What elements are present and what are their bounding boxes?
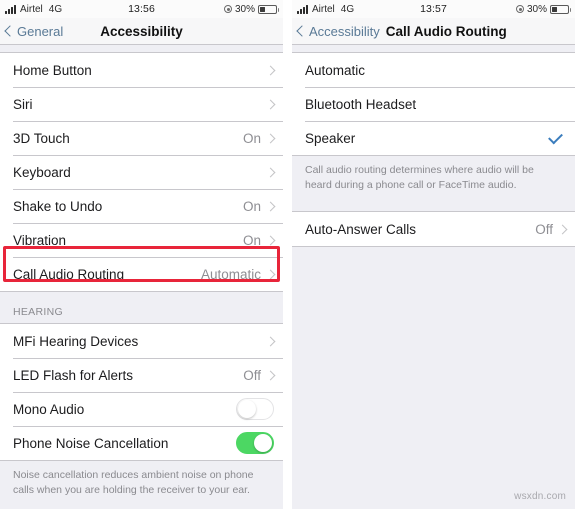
- row-value: On: [242, 198, 261, 214]
- dual-screenshot-container: Airtel 4G 13:56 30% General Accessibilit…: [0, 0, 575, 509]
- row-shake-to-undo[interactable]: Shake to Undo On: [0, 189, 283, 223]
- row-label: Phone Noise Cancellation: [13, 435, 169, 451]
- back-button-general[interactable]: General: [4, 23, 64, 39]
- panel-divider: [283, 0, 292, 509]
- row-mono-audio[interactable]: Mono Audio: [0, 392, 283, 426]
- call-audio-routing-footer-text: Call audio routing determines where audi…: [292, 156, 575, 194]
- left-scroll-area[interactable]: Home Button Siri 3D Touch On Keyboard Sh…: [0, 45, 283, 509]
- row-option-speaker[interactable]: Speaker: [292, 121, 575, 155]
- section-gap: [292, 193, 575, 212]
- left-nav-bar: General Accessibility: [0, 18, 283, 45]
- chevron-right-icon: [265, 99, 276, 109]
- row-label: Call Audio Routing: [13, 266, 125, 282]
- hearing-group: MFi Hearing Devices LED Flash for Alerts…: [0, 323, 283, 461]
- chevron-right-icon: [265, 370, 276, 380]
- location-services-icon: [223, 5, 232, 13]
- row-value: On: [242, 232, 261, 248]
- page-title: Call Audio Routing: [385, 23, 507, 39]
- row-value: On: [242, 130, 261, 146]
- location-services-icon: [515, 5, 524, 13]
- row-label: Siri: [13, 96, 33, 112]
- row-home-button[interactable]: Home Button: [0, 53, 283, 87]
- row-option-automatic[interactable]: Automatic: [292, 53, 575, 87]
- right-status-right: 30%: [515, 3, 571, 15]
- row-siri[interactable]: Siri: [0, 87, 283, 121]
- checkmark-icon: [548, 129, 563, 144]
- row-label: Auto-Answer Calls: [305, 221, 417, 237]
- row-label: LED Flash for Alerts: [13, 367, 134, 383]
- watermark: wsxdn.com: [514, 491, 566, 502]
- row-label: Keyboard: [13, 164, 71, 180]
- right-scroll-area[interactable]: Automatic Bluetooth Headset Speaker Call…: [292, 45, 575, 509]
- row-mfi-hearing-devices[interactable]: MFi Hearing Devices: [0, 324, 283, 358]
- chevron-right-icon: [265, 201, 276, 211]
- left-status-right: 30%: [223, 3, 279, 15]
- row-label: Mono Audio: [13, 401, 85, 417]
- row-value: Off: [243, 367, 261, 383]
- battery-percent-label: 30%: [234, 3, 255, 15]
- row-led-flash-for-alerts[interactable]: LED Flash for Alerts Off: [0, 358, 283, 392]
- row-label: Shake to Undo: [13, 198, 103, 214]
- row-auto-answer-calls[interactable]: Auto-Answer Calls Off: [292, 212, 575, 247]
- right-nav-bar: Accessibility Call Audio Routing: [292, 18, 575, 45]
- battery-icon: [258, 4, 279, 14]
- row-label: Bluetooth Headset: [305, 96, 417, 112]
- accessibility-interaction-group: Home Button Siri 3D Touch On Keyboard Sh…: [0, 52, 283, 292]
- row-label: Speaker: [305, 130, 356, 146]
- row-label: Home Button: [13, 62, 92, 78]
- row-value: Off: [535, 221, 553, 237]
- battery-icon: [550, 4, 571, 14]
- chevron-right-icon: [265, 269, 276, 279]
- mono-audio-toggle[interactable]: [236, 398, 274, 420]
- top-spacer: [292, 45, 575, 52]
- back-button-accessibility[interactable]: Accessibility: [296, 23, 380, 39]
- chevron-right-icon: [265, 336, 276, 346]
- chevron-right-icon: [265, 65, 276, 75]
- call-audio-routing-options-group: Automatic Bluetooth Headset Speaker: [292, 52, 575, 156]
- section-header-hearing: HEARING: [0, 292, 283, 323]
- hearing-footer-text: Noise cancellation reduces ambient noise…: [0, 461, 283, 499]
- row-option-bluetooth-headset[interactable]: Bluetooth Headset: [292, 87, 575, 121]
- chevron-right-icon: [265, 235, 276, 245]
- chevron-right-icon: [265, 167, 276, 177]
- row-label: Automatic: [305, 62, 366, 78]
- row-label: MFi Hearing Devices: [13, 333, 139, 349]
- row-label: 3D Touch: [13, 130, 70, 146]
- back-button-label: Accessibility: [309, 23, 380, 39]
- row-label: Vibration: [13, 232, 67, 248]
- left-status-bar: Airtel 4G 13:56 30%: [0, 0, 283, 18]
- row-keyboard[interactable]: Keyboard: [0, 155, 283, 189]
- row-value: Automatic: [200, 266, 261, 282]
- back-button-label: General: [17, 23, 64, 39]
- right-phone-screen: Airtel 4G 13:57 30% Accessibility Call A…: [292, 0, 575, 509]
- top-spacer: [0, 45, 283, 52]
- auto-answer-group: Auto-Answer Calls Off: [292, 211, 575, 248]
- chevron-right-icon: [557, 224, 568, 235]
- row-phone-noise-cancellation[interactable]: Phone Noise Cancellation: [0, 426, 283, 460]
- chevron-left-icon: [4, 25, 16, 37]
- chevron-left-icon: [296, 25, 308, 37]
- battery-percent-label: 30%: [526, 3, 547, 15]
- row-3d-touch[interactable]: 3D Touch On: [0, 121, 283, 155]
- right-status-bar: Airtel 4G 13:57 30%: [292, 0, 575, 18]
- row-vibration[interactable]: Vibration On: [0, 223, 283, 257]
- row-call-audio-routing[interactable]: Call Audio Routing Automatic: [0, 257, 283, 291]
- chevron-right-icon: [265, 133, 276, 143]
- phone-noise-cancellation-toggle[interactable]: [236, 432, 274, 454]
- left-phone-screen: Airtel 4G 13:56 30% General Accessibilit…: [0, 0, 283, 509]
